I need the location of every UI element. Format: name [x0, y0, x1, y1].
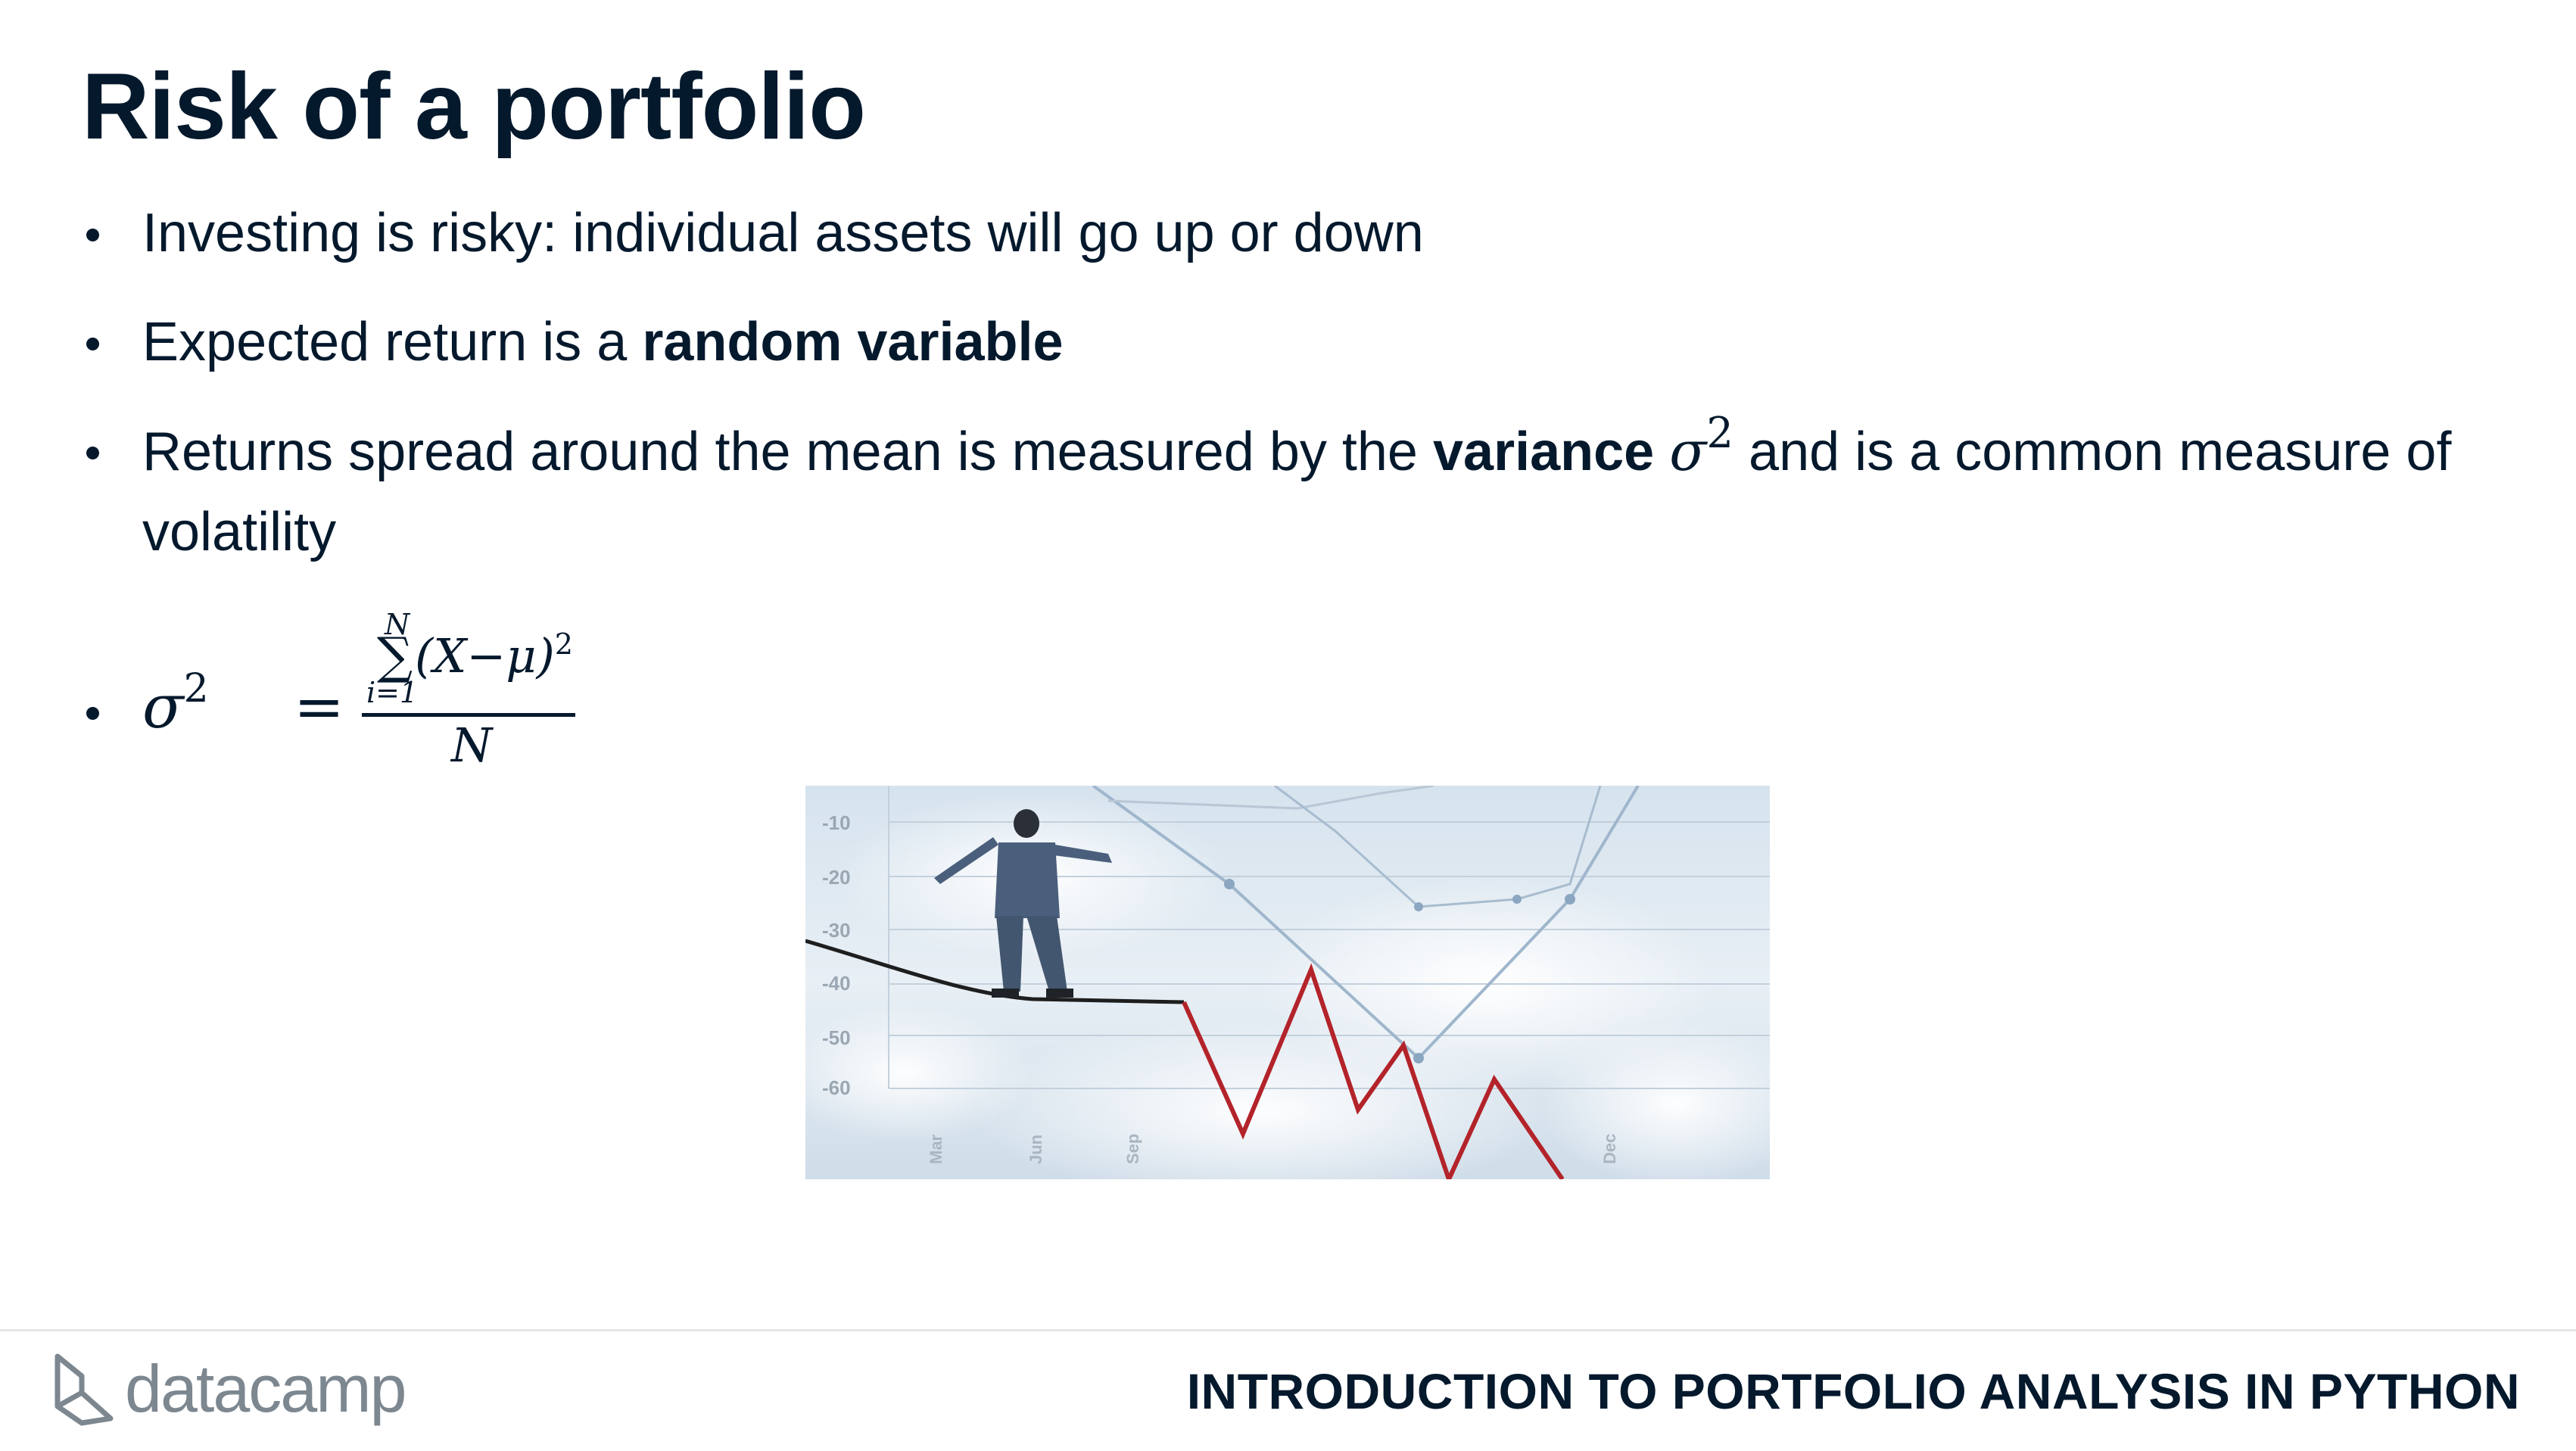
x-tick-label: Sep [1123, 1134, 1142, 1164]
tightrope-walker-chart-image: -10 -20 -30 -40 -50 -60 Mar Jun Sep Dec [805, 786, 1770, 1179]
fraction-bar [362, 713, 575, 717]
y-tick-label: -30 [822, 919, 851, 942]
bullet-expected-return: Expected return is a random variable [82, 302, 2527, 382]
bullet-text: Investing is risky: individual assets wi… [142, 203, 1424, 263]
x-tick-label: Mar [927, 1134, 945, 1164]
course-title: INTRODUCTION TO PORTFOLIO ANALYSIS IN PY… [1186, 1363, 2520, 1419]
sum-lower-limit: i=1 [366, 676, 419, 709]
sigma-symbol: σ [1669, 419, 1707, 483]
x-tick-label: Jun [1026, 1135, 1045, 1164]
formula-lhs: σ2 [142, 669, 209, 737]
y-tick-label: -20 [822, 866, 851, 889]
formula-sigma-exponent: 2 [183, 666, 209, 711]
y-tick-label: -50 [822, 1026, 851, 1049]
numerator-expression: (X−μ) [415, 628, 555, 683]
bullet-list: Investing is risky: individual assets wi… [82, 193, 2527, 804]
y-tick-label: -10 [822, 811, 851, 834]
sigma-exponent: 2 [1706, 409, 1734, 458]
bullet-text: Returns spread around the mean is measur… [142, 422, 1433, 482]
y-tick-label: -40 [822, 972, 851, 995]
datacamp-logo: datacamp [51, 1349, 445, 1432]
variance-formula: σ2 = N ∑ i=1 (X−μ)2 N [142, 601, 672, 775]
formula-sigma: σ [142, 671, 184, 742]
datacamp-logo-icon [55, 1353, 114, 1426]
bold-term-random-variable: random variable [642, 312, 1064, 372]
bold-term-variance: variance [1432, 422, 1655, 482]
y-tick-label: -60 [822, 1076, 851, 1099]
bullet-investing-risky: Investing is risky: individual assets wi… [82, 193, 2527, 273]
formula-denominator: N [451, 718, 493, 773]
footer-divider [0, 1329, 2576, 1331]
x-tick-label: Dec [1600, 1134, 1619, 1164]
summation-symbol: ∑ [377, 627, 413, 685]
bullet-text: Expected return is a [142, 312, 643, 372]
numerator-exponent: 2 [554, 627, 573, 661]
tightrope-illustration: -10 -20 -30 -40 -50 -60 Mar Jun Sep Dec [805, 786, 1770, 1179]
datacamp-logo-text: datacamp [125, 1351, 406, 1426]
formula-fraction: N ∑ i=1 (X−μ)2 N [362, 601, 581, 775]
formula-equals: = [294, 671, 345, 742]
slide-title: Risk of a portfolio [82, 54, 866, 159]
formula-numerator: (X−μ)2 [415, 630, 573, 680]
bullet-variance-formula: σ2 = N ∑ i=1 (X−μ)2 N [82, 601, 2527, 775]
bullet-variance: Returns spread around the mean is measur… [82, 411, 2527, 572]
